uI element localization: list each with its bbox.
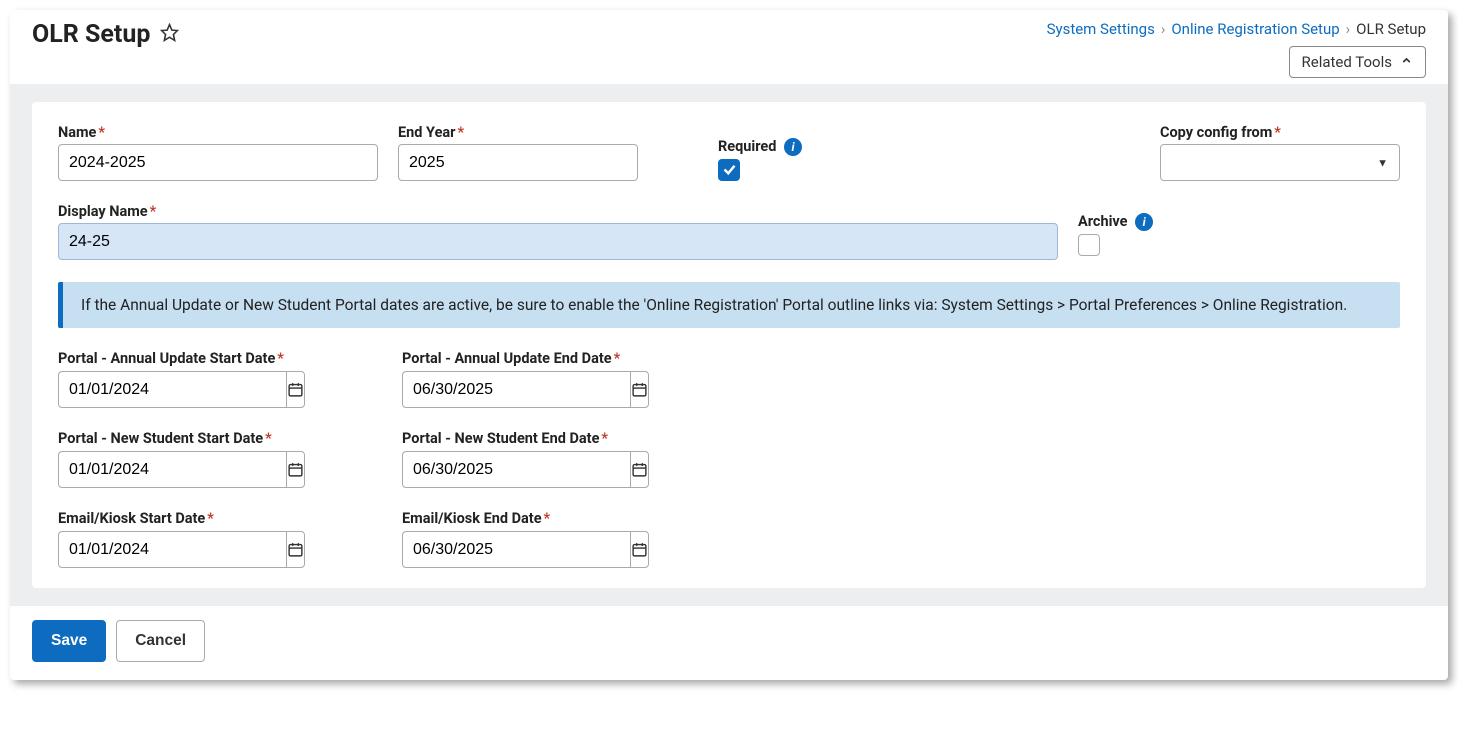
required-label: Required (718, 138, 776, 155)
breadcrumb: System Settings › Online Registration Se… (1047, 20, 1426, 38)
required-asterisk: * (150, 203, 157, 220)
required-asterisk: * (601, 430, 608, 447)
emailkiosk-end-input[interactable] (402, 531, 630, 568)
calendar-button[interactable] (286, 531, 305, 568)
info-icon[interactable]: i (1135, 213, 1153, 231)
emailkiosk-end-label: Email/Kiosk End Date (402, 510, 542, 527)
chevron-right-icon: › (1346, 20, 1351, 38)
annual-end-input[interactable] (402, 371, 630, 408)
display-name-label: Display Name (58, 203, 148, 220)
end-year-input[interactable] (398, 144, 638, 181)
annual-end-field: Portal - Annual Update End Date* (402, 350, 742, 408)
newstudent-end-label: Portal - New Student End Date (402, 430, 599, 447)
chevron-up-icon (1400, 53, 1413, 71)
header-right: System Settings › Online Registration Se… (1047, 20, 1426, 78)
breadcrumb-current: OLR Setup (1356, 20, 1426, 38)
required-checkbox[interactable] (718, 159, 740, 181)
favorite-star-icon[interactable] (160, 23, 179, 46)
breadcrumb-system-settings[interactable]: System Settings (1047, 20, 1155, 38)
required-field: Required i (658, 138, 1140, 182)
emailkiosk-start-label: Email/Kiosk Start Date (58, 510, 205, 527)
emailkiosk-start-input[interactable] (58, 531, 286, 568)
archive-field: Archive i (1078, 213, 1400, 260)
required-asterisk: * (277, 350, 284, 367)
calendar-button[interactable] (630, 531, 649, 568)
end-year-label: End Year (398, 124, 455, 141)
page-title: OLR Setup (32, 20, 150, 49)
required-asterisk: * (614, 350, 621, 367)
display-name-input[interactable] (58, 223, 1058, 260)
emailkiosk-start-field: Email/Kiosk Start Date* (58, 510, 398, 568)
newstudent-start-label: Portal - New Student Start Date (58, 430, 263, 447)
name-input[interactable] (58, 144, 378, 181)
calendar-button[interactable] (286, 371, 305, 408)
header-bar: OLR Setup System Settings › Online Regis… (10, 10, 1448, 84)
emailkiosk-end-field: Email/Kiosk End Date* (402, 510, 742, 568)
form-card: Name* End Year* Required i (32, 102, 1426, 588)
display-name-field: Display Name* (58, 203, 1058, 260)
end-year-field: End Year* (398, 124, 638, 181)
newstudent-end-input[interactable] (402, 451, 630, 488)
required-asterisk: * (1274, 124, 1281, 141)
newstudent-start-input[interactable] (58, 451, 286, 488)
related-tools-button[interactable]: Related Tools (1289, 46, 1426, 78)
required-asterisk: * (544, 510, 551, 527)
related-tools-label: Related Tools (1302, 53, 1392, 71)
form-row-2: Display Name* Archive i (58, 203, 1400, 260)
name-field: Name* (58, 124, 378, 181)
annual-start-input[interactable] (58, 371, 286, 408)
form-row-1: Name* End Year* Required i (58, 124, 1400, 181)
content-strip: Name* End Year* Required i (10, 84, 1448, 606)
chevron-right-icon: › (1161, 20, 1166, 38)
save-button[interactable]: Save (32, 620, 106, 662)
footer-bar: Save Cancel (10, 606, 1448, 680)
required-asterisk: * (98, 124, 105, 141)
calendar-button[interactable] (286, 451, 305, 488)
copy-config-label: Copy config from (1160, 124, 1272, 141)
title-zone: OLR Setup (32, 20, 179, 49)
breadcrumb-online-registration-setup[interactable]: Online Registration Setup (1171, 20, 1339, 38)
annual-end-label: Portal - Annual Update End Date (402, 350, 612, 367)
required-asterisk: * (207, 510, 214, 527)
cancel-button[interactable]: Cancel (116, 620, 205, 662)
calendar-button[interactable] (630, 451, 649, 488)
name-label: Name (58, 124, 96, 141)
archive-checkbox[interactable] (1078, 234, 1100, 256)
info-banner-text: If the Annual Update or New Student Port… (81, 296, 1347, 314)
info-icon[interactable]: i (784, 138, 802, 156)
archive-label: Archive (1078, 213, 1128, 230)
required-asterisk: * (265, 430, 272, 447)
annual-start-label: Portal - Annual Update Start Date (58, 350, 275, 367)
newstudent-end-field: Portal - New Student End Date* (402, 430, 742, 488)
info-banner: If the Annual Update or New Student Port… (58, 282, 1400, 328)
copy-config-field: Copy config from* ▼ (1160, 124, 1400, 181)
copy-config-select[interactable] (1160, 144, 1400, 181)
page: OLR Setup System Settings › Online Regis… (10, 10, 1448, 680)
newstudent-start-field: Portal - New Student Start Date* (58, 430, 398, 488)
copy-config-select-wrap: ▼ (1160, 144, 1400, 181)
annual-start-field: Portal - Annual Update Start Date* (58, 350, 398, 408)
dates-grid: Portal - Annual Update Start Date* Porta… (58, 350, 1400, 568)
calendar-button[interactable] (630, 371, 649, 408)
required-asterisk: * (457, 124, 464, 141)
